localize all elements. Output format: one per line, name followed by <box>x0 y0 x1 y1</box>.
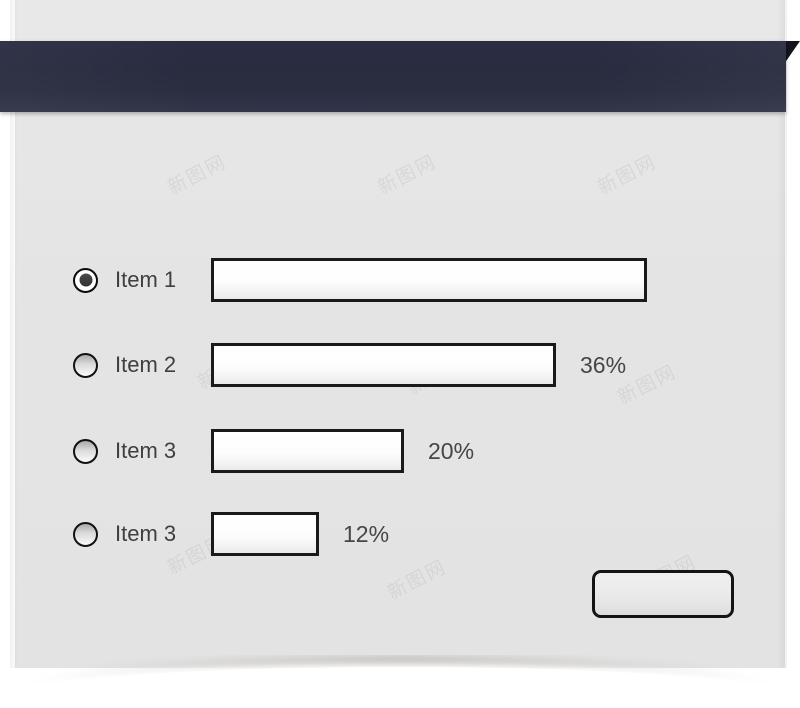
poll-result-bar <box>211 429 404 473</box>
poll-option-row[interactable]: Item 3 12% <box>73 512 389 556</box>
poll-option-row[interactable]: Item 2 36% <box>73 343 626 387</box>
poll-result-bar <box>211 258 647 302</box>
poll-result-bar <box>211 512 319 556</box>
poll-option-label: Item 3 <box>115 521 177 546</box>
radio-button-4[interactable] <box>73 521 98 547</box>
poll-percent-label: 12% <box>343 520 390 547</box>
radio-button-2[interactable] <box>73 352 98 378</box>
poll-result-bar <box>211 343 556 387</box>
submit-button[interactable] <box>592 570 734 618</box>
radio-button-3[interactable] <box>73 438 98 464</box>
ribbon-band <box>0 41 786 112</box>
header-ribbon <box>0 41 800 131</box>
poll-percent-label: 20% <box>428 437 475 464</box>
poll-option-label: Item 2 <box>115 352 177 377</box>
poll-option-row[interactable]: Item 3 20% <box>73 429 474 473</box>
radio-button-1[interactable] <box>73 267 98 293</box>
poll-option-label: Item 3 <box>115 438 177 463</box>
poll-option-label: Item 1 <box>115 267 177 292</box>
poll-percent-label: 36% <box>580 351 627 378</box>
screenshot-stage: 新图网新图网新图网新图网新图网新图网新图网新图网新图网 Item 1Item 2… <box>0 0 800 708</box>
poll-option-row[interactable]: Item 1 <box>73 258 671 302</box>
